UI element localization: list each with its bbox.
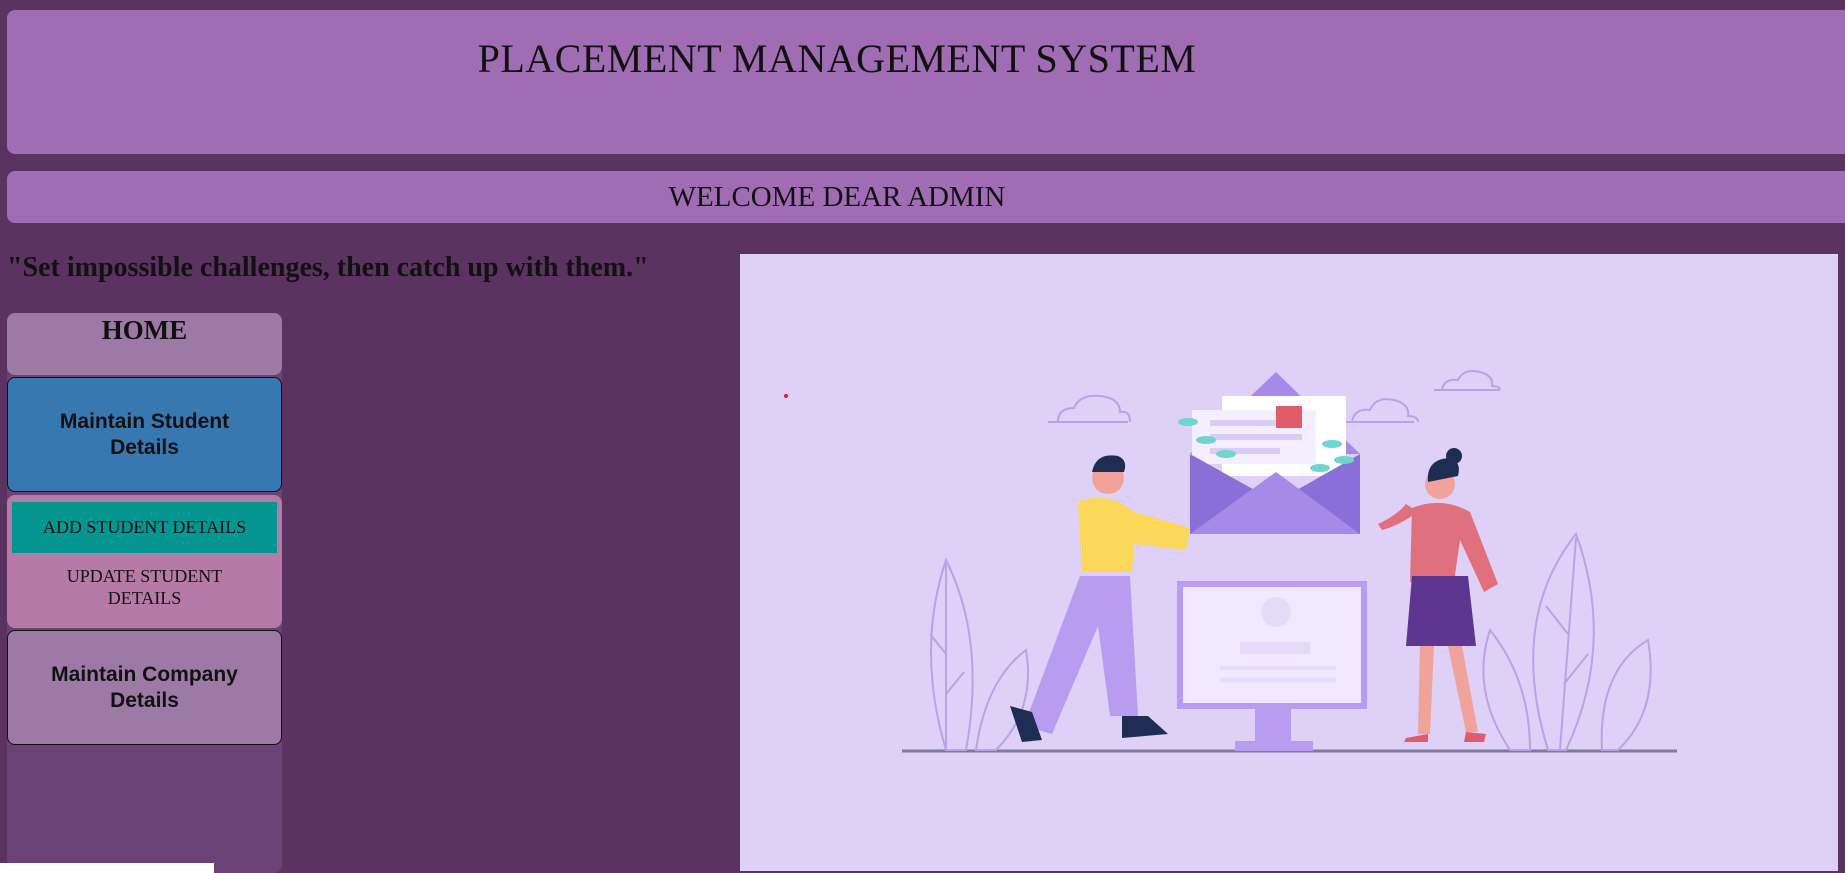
maintain-student-label: Maintain Student Details	[59, 409, 230, 459]
header-banner: PLACEMENT MANAGEMENT SYSTEM	[7, 10, 1845, 154]
welcome-banner: WELCOME DEAR ADMIN	[7, 171, 1845, 223]
home-label: HOME	[101, 315, 188, 345]
add-student-details-link[interactable]: ADD STUDENT DETAILS	[12, 502, 277, 553]
hero-illustration	[740, 254, 1838, 871]
maintain-student-details-button[interactable]: Maintain Student Details	[7, 377, 282, 492]
maintain-company-details-button[interactable]: Maintain Company Details	[7, 630, 282, 745]
page-title: PLACEMENT MANAGEMENT SYSTEM	[477, 36, 1197, 81]
welcome-text: WELCOME DEAR ADMIN	[668, 181, 1006, 213]
illustration-svg	[784, 370, 1677, 753]
student-dropdown-menu: ADD STUDENT DETAILS UPDATE STUDENT DETAI…	[7, 495, 282, 628]
sidebar: HOME Maintain Student Details ADD STUDEN…	[7, 313, 282, 873]
home-button[interactable]: HOME	[7, 313, 282, 375]
maintain-company-label: Maintain Company Details	[51, 662, 238, 712]
motivational-quote: "Set impossible challenges, then catch u…	[7, 252, 649, 283]
bottom-white-strip	[0, 863, 214, 873]
update-student-details-link[interactable]: UPDATE STUDENT DETAILS	[12, 565, 277, 609]
